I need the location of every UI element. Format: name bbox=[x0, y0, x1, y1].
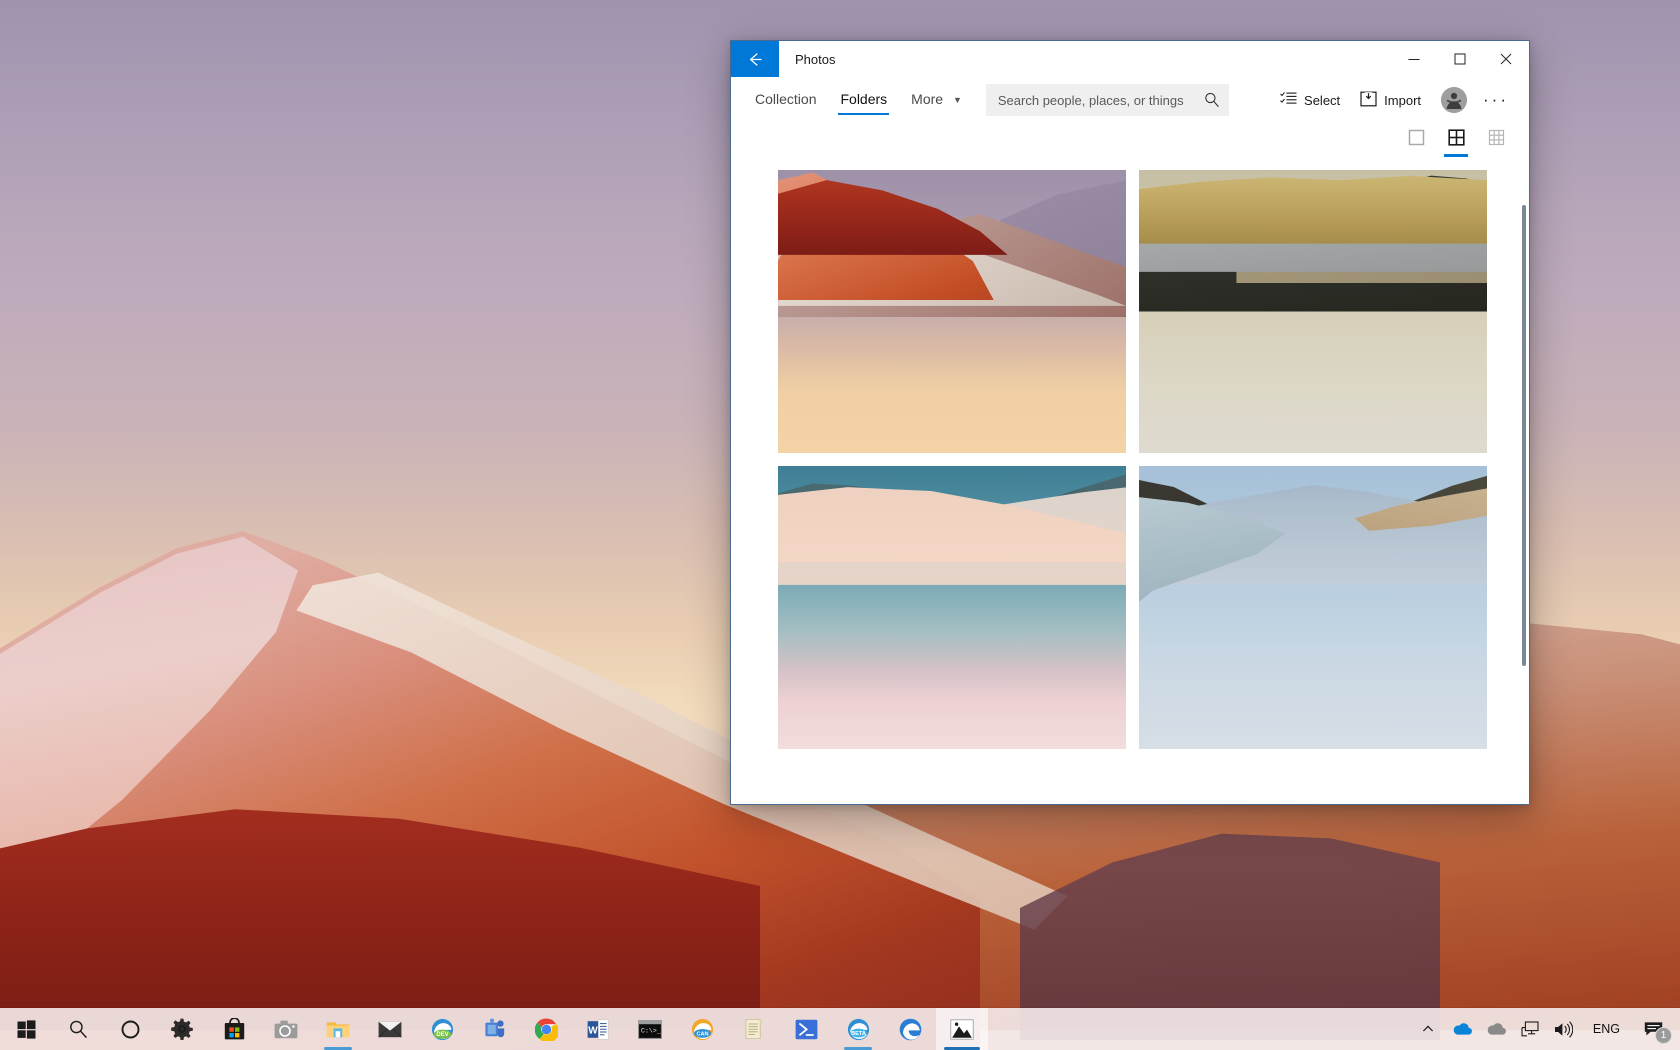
notepad-button[interactable] bbox=[728, 1008, 780, 1050]
maximize-icon[interactable] bbox=[1437, 41, 1483, 77]
photo-pink-dunes-teal-sky[interactable] bbox=[778, 466, 1126, 749]
select-button-label: Select bbox=[1304, 92, 1341, 108]
user-avatar[interactable] bbox=[1441, 87, 1468, 113]
search-taskbar-button[interactable] bbox=[52, 1008, 104, 1050]
word-button[interactable]: W bbox=[572, 1008, 624, 1050]
settings-button[interactable] bbox=[156, 1008, 208, 1050]
taskbar: DEV W C:\>_ CAN BETA ENG 1 bbox=[0, 1008, 1680, 1050]
show-hidden-icons[interactable] bbox=[1411, 1008, 1445, 1050]
command-prompt-button[interactable]: C:\>_ bbox=[624, 1008, 676, 1050]
svg-text:BETA: BETA bbox=[851, 1031, 866, 1037]
photo-river-between-hills[interactable] bbox=[1139, 466, 1487, 749]
photos-window[interactable]: Photos Collection Folders More ▼ Search … bbox=[730, 40, 1530, 805]
tab-more-label: More bbox=[911, 91, 944, 107]
close-icon[interactable] bbox=[1483, 41, 1529, 77]
photos-taskbar-button[interactable] bbox=[936, 1008, 988, 1050]
start-button[interactable] bbox=[0, 1008, 52, 1050]
search-box[interactable] bbox=[985, 84, 1229, 116]
photo-red-mountain-sunset[interactable] bbox=[778, 170, 1126, 453]
command-bar: Collection Folders More ▼ Search people,… bbox=[731, 77, 1529, 123]
gallery-scrollbar[interactable] bbox=[1522, 205, 1526, 796]
camera-button[interactable] bbox=[260, 1008, 312, 1050]
language-label: ENG bbox=[1592, 1022, 1620, 1036]
import-button[interactable]: Import bbox=[1350, 85, 1431, 116]
microsoft-store-button[interactable] bbox=[208, 1008, 260, 1050]
title-bar: Photos bbox=[731, 41, 1529, 77]
ellipsis-icon[interactable]: ··· bbox=[1473, 88, 1519, 112]
select-list-icon bbox=[1280, 91, 1297, 109]
view-small-grid[interactable] bbox=[1481, 126, 1511, 154]
action-center-button[interactable]: 1 bbox=[1632, 1008, 1676, 1050]
powershell-button[interactable] bbox=[780, 1008, 832, 1050]
tab-collection-label: Collection bbox=[755, 91, 817, 107]
view-large-single[interactable] bbox=[1401, 126, 1431, 154]
edge-beta-button[interactable]: BETA bbox=[832, 1008, 884, 1050]
chevron-down-icon: ▼ bbox=[952, 95, 962, 106]
taskbar-items: DEV W C:\>_ CAN BETA bbox=[0, 1008, 988, 1050]
page-title: Photos bbox=[795, 51, 836, 67]
svg-text:CAN: CAN bbox=[696, 1031, 708, 1037]
teams-button[interactable] bbox=[468, 1008, 520, 1050]
gallery-scroll-area[interactable] bbox=[731, 157, 1529, 804]
network-icon[interactable] bbox=[1513, 1008, 1547, 1050]
edge-canary-button[interactable]: CAN bbox=[676, 1008, 728, 1050]
overflow-menu-label: ··· bbox=[1483, 90, 1509, 109]
photo-grid bbox=[731, 157, 1529, 749]
tab-folders-label: Folders bbox=[840, 91, 888, 107]
view-medium-grid[interactable] bbox=[1441, 126, 1471, 157]
mail-button[interactable] bbox=[364, 1008, 416, 1050]
system-tray: ENG 1 bbox=[1411, 1008, 1680, 1050]
file-explorer-button[interactable] bbox=[312, 1008, 364, 1050]
nine-square-grid-icon bbox=[1488, 129, 1505, 151]
edge-button[interactable] bbox=[884, 1008, 936, 1050]
back-arrow-icon[interactable] bbox=[731, 41, 779, 77]
search-input[interactable] bbox=[997, 92, 1203, 108]
import-button-label: Import bbox=[1384, 92, 1422, 108]
import-tray-icon bbox=[1360, 91, 1377, 110]
notification-badge: 1 bbox=[1655, 1027, 1672, 1044]
search-icon[interactable] bbox=[1203, 91, 1221, 109]
language-indicator[interactable]: ENG bbox=[1581, 1008, 1632, 1050]
tab-collection[interactable]: Collection bbox=[745, 85, 826, 115]
svg-text:C:\>_: C:\>_ bbox=[641, 1027, 661, 1034]
tab-more[interactable]: More ▼ bbox=[901, 85, 972, 115]
scrollbar-thumb[interactable] bbox=[1522, 205, 1526, 666]
tab-folders[interactable]: Folders bbox=[830, 85, 897, 115]
photo-golden-grass-hills[interactable] bbox=[1139, 170, 1487, 453]
volume-icon[interactable] bbox=[1547, 1008, 1581, 1050]
chrome-button[interactable] bbox=[520, 1008, 572, 1050]
cortana-button[interactable] bbox=[104, 1008, 156, 1050]
select-button[interactable]: Select bbox=[1270, 85, 1350, 115]
edge-dev-button[interactable]: DEV bbox=[416, 1008, 468, 1050]
single-square-icon bbox=[1408, 129, 1425, 151]
svg-text:DEV: DEV bbox=[436, 1032, 448, 1038]
onedrive-work[interactable] bbox=[1479, 1008, 1513, 1050]
view-switch-row bbox=[731, 123, 1529, 157]
four-square-grid-icon bbox=[1447, 129, 1465, 151]
svg-text:W: W bbox=[588, 1025, 598, 1036]
onedrive-personal[interactable] bbox=[1445, 1008, 1479, 1050]
minimize-icon[interactable] bbox=[1391, 41, 1437, 77]
